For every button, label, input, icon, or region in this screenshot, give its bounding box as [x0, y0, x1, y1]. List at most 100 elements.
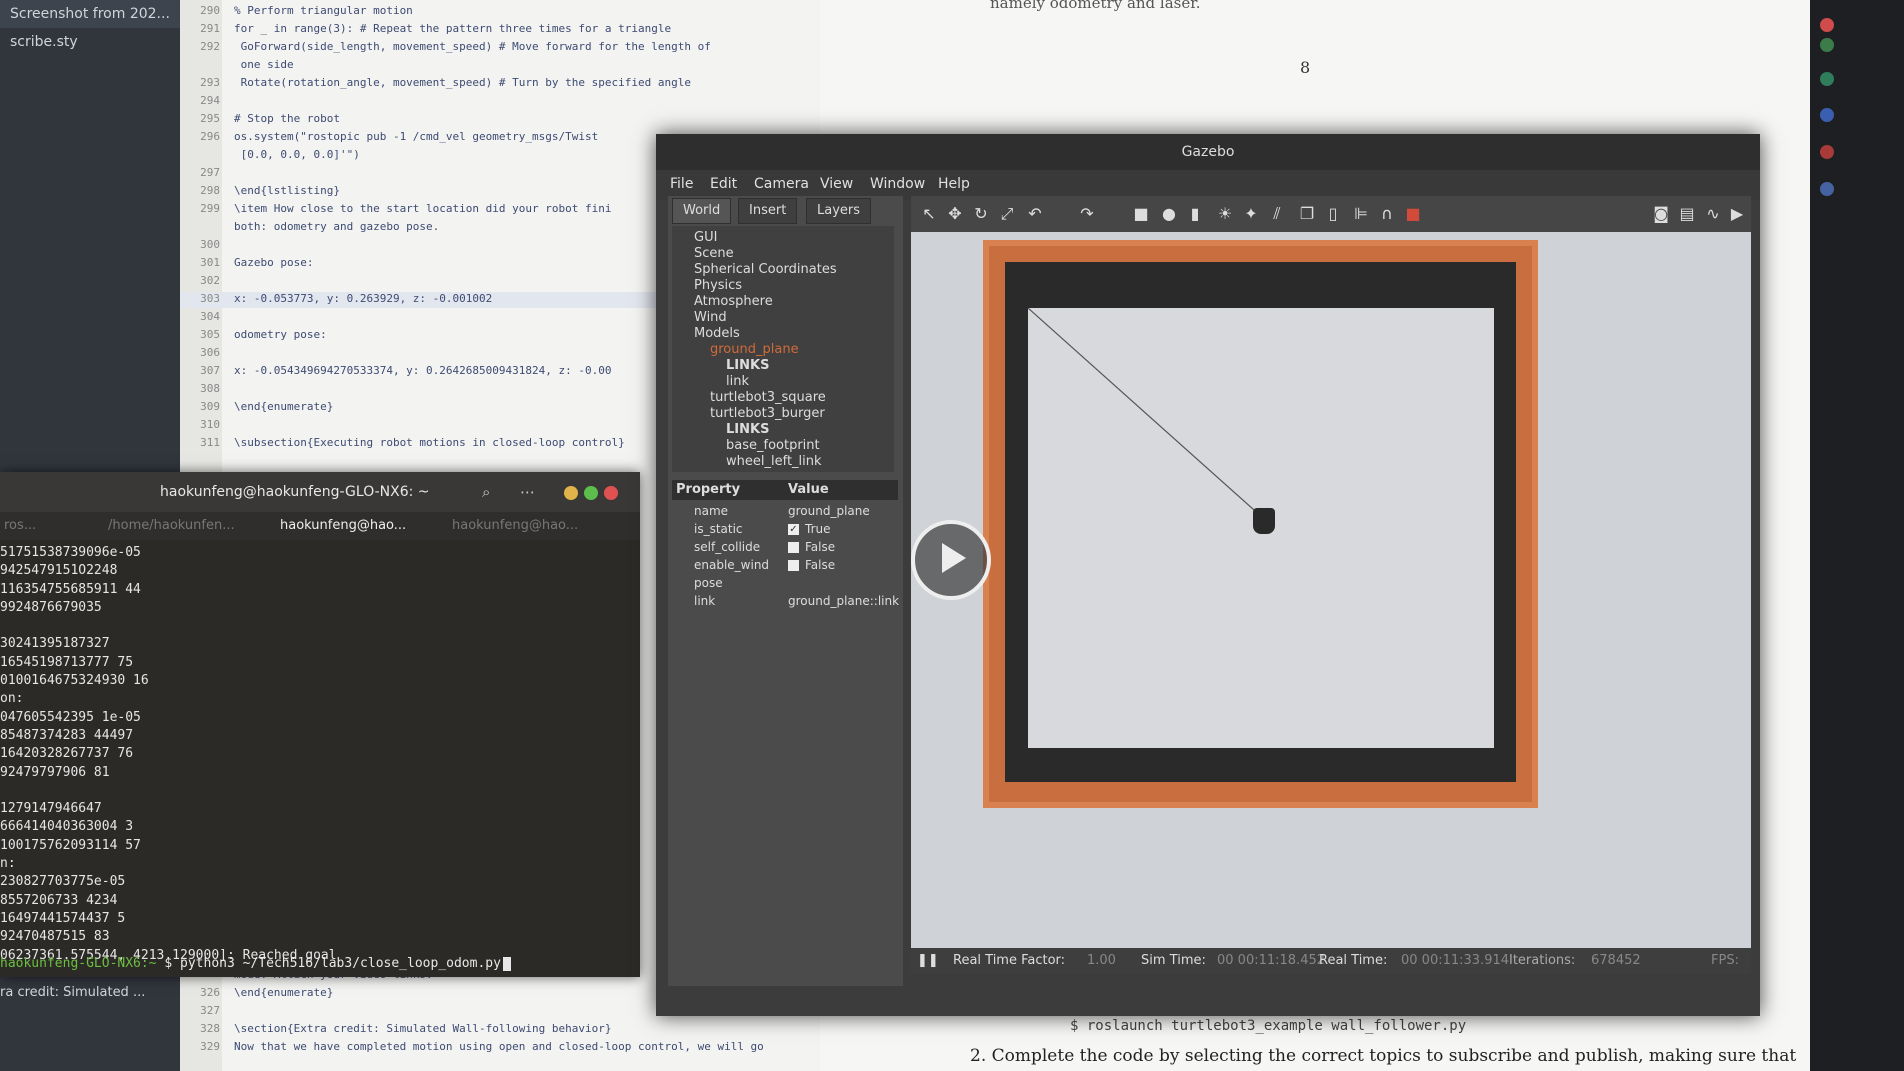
tree-item[interactable]: turtlebot3_burger: [710, 406, 825, 421]
tab-insert[interactable]: Insert: [738, 198, 798, 224]
code-line[interactable]: 329 Now that we have completed motion usi…: [180, 1040, 820, 1056]
tree-item[interactable]: Wind: [694, 310, 727, 325]
tree-item[interactable]: Spherical Coordinates: [694, 262, 837, 277]
3d-scene[interactable]: [911, 232, 1751, 974]
tree-item[interactable]: LINKS: [726, 422, 769, 437]
menu-file[interactable]: File: [670, 176, 693, 192]
tree-item[interactable]: Models: [694, 326, 740, 341]
menu-camera[interactable]: Camera: [754, 176, 809, 192]
pause-icon[interactable]: ❚❚: [917, 953, 939, 968]
tree-item[interactable]: Atmosphere: [694, 294, 773, 309]
menu-window[interactable]: Window: [870, 176, 925, 192]
app-icon[interactable]: [1820, 182, 1834, 196]
more-icon[interactable]: ⋯: [520, 483, 535, 501]
code-line[interactable]: 293 Rotate(rotation_angle, movement_spee…: [180, 76, 820, 92]
play-button[interactable]: [911, 520, 991, 600]
scale-mode-icon[interactable]: ⤢: [997, 204, 1017, 224]
code-line[interactable]: 291 for _ in range(3): # Repeat the patte…: [180, 22, 820, 38]
line-number: 309: [200, 400, 220, 413]
code-line[interactable]: one side: [180, 58, 820, 74]
property-row[interactable]: self_collide False: [672, 538, 898, 556]
search-icon[interactable]: ⌕: [482, 483, 490, 501]
property-row[interactable]: link ground_plane::link: [672, 592, 899, 610]
align-icon[interactable]: ⊫: [1351, 204, 1371, 224]
plot-icon[interactable]: ∿: [1703, 204, 1723, 224]
tree-item[interactable]: base_footprint: [726, 438, 820, 453]
rotate-mode-icon[interactable]: ↻: [971, 204, 991, 224]
code-line[interactable]: 328 \section{Extra credit: Simulated Wall…: [180, 1022, 820, 1038]
tree-item[interactable]: Physics: [694, 278, 742, 293]
terminal-tab[interactable]: /home/haokunfen...: [108, 518, 235, 533]
record-icon[interactable]: ■: [1403, 204, 1423, 224]
directional-light-icon[interactable]: ⫽: [1267, 204, 1287, 224]
undo-icon[interactable]: ↶: [1025, 204, 1045, 224]
paste-icon[interactable]: ▯: [1323, 204, 1343, 224]
checkbox[interactable]: [788, 542, 799, 553]
line-number: 293: [200, 76, 220, 89]
point-light-icon[interactable]: ☀: [1215, 204, 1235, 224]
tree-item[interactable]: link: [726, 374, 749, 389]
turtlebot3-burger[interactable]: [1253, 508, 1275, 534]
tree-item[interactable]: Scene: [694, 246, 734, 261]
real-time-label: Real Time:: [1319, 953, 1388, 968]
code-line[interactable]: 295 # Stop the robot: [180, 112, 820, 128]
checkbox[interactable]: [788, 560, 799, 571]
world-tree[interactable]: GUI Scene Spherical Coordinates Physics Atmo…: [672, 226, 894, 472]
tree-item[interactable]: GUI: [694, 230, 717, 245]
tree-item[interactable]: LINKS: [726, 358, 769, 373]
tab-layers[interactable]: Layers: [806, 198, 872, 224]
terminal-title: haokunfeng@haokunfeng-GLO-NX6: ~: [160, 484, 430, 500]
translate-mode-icon[interactable]: ✥: [945, 204, 965, 224]
maximize-button[interactable]: [584, 486, 598, 500]
property-row[interactable]: name ground_plane: [672, 502, 898, 520]
tree-item[interactable]: turtlebot3_square: [710, 390, 826, 405]
log-icon[interactable]: ▤: [1677, 204, 1697, 224]
redo-icon[interactable]: ↷: [1077, 204, 1097, 224]
app-icon[interactable]: [1820, 18, 1834, 32]
file-item[interactable]: scribe.sty: [0, 28, 180, 56]
video-icon[interactable]: ▶: [1727, 204, 1747, 224]
menu-edit[interactable]: Edit: [710, 176, 737, 192]
box-shape-icon[interactable]: ■: [1131, 204, 1151, 224]
sphere-shape-icon[interactable]: ●: [1159, 204, 1179, 224]
app-icon[interactable]: [1820, 145, 1834, 159]
app-icon[interactable]: [1820, 108, 1834, 122]
code-line[interactable]: 294: [180, 94, 820, 110]
chat-icon[interactable]: [1820, 72, 1834, 86]
terminal-window[interactable]: haokunfeng@haokunfeng-GLO-NX6: ~ ⌕ ⋯ ros…: [0, 472, 640, 977]
tree-item[interactable]: wheel_left_link: [726, 454, 822, 469]
gazebo-window[interactable]: Gazebo File Edit Camera View Window Help…: [656, 134, 1760, 1016]
spot-light-icon[interactable]: ✦: [1241, 204, 1261, 224]
property-key: pose: [694, 576, 723, 590]
property-row[interactable]: pose: [672, 574, 898, 592]
ground-plane[interactable]: [1028, 308, 1494, 748]
code-line[interactable]: 290 % Perform triangular motion: [180, 4, 820, 20]
terminal-tab[interactable]: haokunfeng@hao...: [280, 518, 406, 533]
terminal-tab[interactable]: haokunfeng@hao...: [452, 518, 578, 533]
close-button[interactable]: [604, 486, 618, 500]
terminal-titlebar[interactable]: haokunfeng@haokunfeng-GLO-NX6: ~ ⌕ ⋯: [0, 472, 640, 512]
property-row[interactable]: is_static ✓ True: [672, 520, 898, 538]
file-item[interactable]: Screenshot from 202...: [0, 0, 180, 28]
scene-viewport[interactable]: ↖ ✥ ↻ ⤢ ↶ ↷ ■ ● ▮ ☀ ✦ ⫽ ❐ ▯ ⊫ ∩ ■ ◙ ▤ ∿ …: [911, 196, 1751, 974]
code-line[interactable]: 292 GoForward(side_length, movement_spee…: [180, 40, 820, 56]
snap-icon[interactable]: ∩: [1377, 204, 1397, 224]
checkbox[interactable]: ✓: [788, 524, 799, 535]
property-table[interactable]: Property Value name ground_plane is_static…: [672, 480, 899, 608]
terminal-tab[interactable]: ros...: [4, 518, 36, 533]
screenshot-icon[interactable]: ◙: [1651, 204, 1671, 224]
tree-item[interactable]: ground_plane: [710, 342, 799, 357]
code-text: GoForward(side_length, movement_speed) #…: [234, 40, 711, 53]
code-text: Gazebo pose:: [234, 256, 314, 269]
pdf-text: 2. Complete the code by selecting the co…: [970, 1046, 1797, 1066]
cylinder-shape-icon[interactable]: ▮: [1185, 204, 1205, 224]
terminal-prompt[interactable]: haokunfeng-GLO-NX6:~ $ python3 ~/Tech516…: [0, 956, 511, 971]
copy-icon[interactable]: ❐: [1297, 204, 1317, 224]
menu-view[interactable]: View: [820, 176, 853, 192]
property-row[interactable]: enable_wind False: [672, 556, 898, 574]
tab-world[interactable]: World: [672, 198, 732, 224]
menu-help[interactable]: Help: [938, 176, 970, 192]
minimize-button[interactable]: [564, 486, 578, 500]
app-icon[interactable]: [1820, 38, 1834, 52]
select-mode-icon[interactable]: ↖: [919, 204, 939, 224]
